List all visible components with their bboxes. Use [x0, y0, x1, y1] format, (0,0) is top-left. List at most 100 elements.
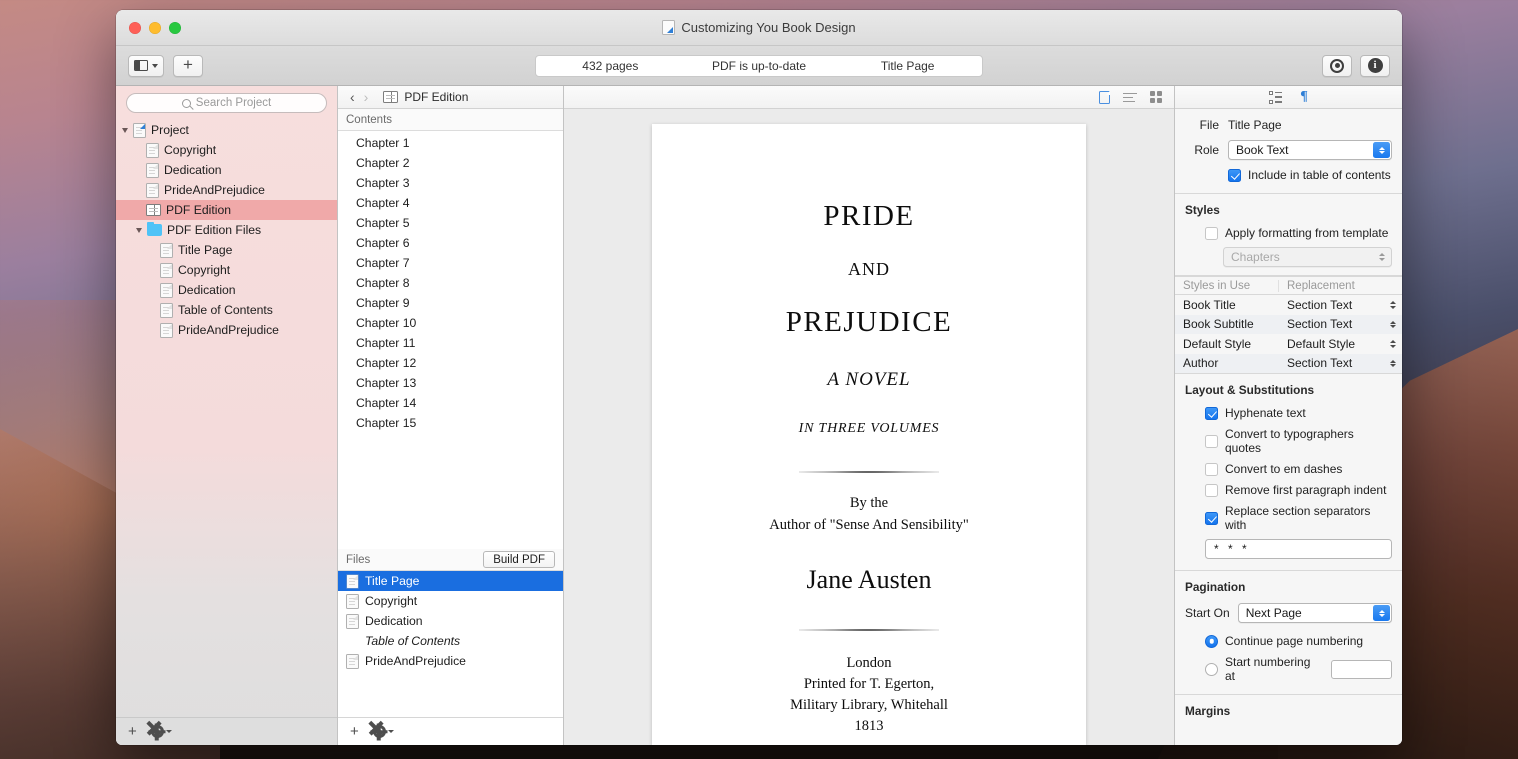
build-pdf-button[interactable]: Build PDF	[483, 551, 555, 568]
paragraph-inspector-icon[interactable]: ¶	[1300, 90, 1308, 104]
file-list-item[interactable]: Dedication	[338, 611, 563, 631]
styles-table-header: Styles in Use Replacement	[1175, 277, 1402, 295]
replacement-stepper-icon[interactable]	[1384, 359, 1402, 367]
layout-option-checkbox[interactable]	[1205, 406, 1218, 420]
chapter-item[interactable]: Chapter 5	[338, 213, 563, 233]
template-select[interactable]: Chapters	[1223, 247, 1392, 267]
disclosure-triangle-icon[interactable]	[136, 227, 142, 233]
plus-icon: +	[183, 55, 193, 74]
file-list-item[interactable]: Copyright	[338, 591, 563, 611]
file-list-item[interactable]: Table of Contents	[338, 631, 563, 651]
search-input[interactable]: Search Project	[126, 93, 327, 113]
list-view-icon[interactable]	[1123, 92, 1137, 103]
layout-option-row[interactable]: Convert to typographers quotes	[1185, 427, 1392, 455]
replacement-stepper-icon[interactable]	[1384, 301, 1402, 309]
start-on-value: Next Page	[1245, 606, 1302, 620]
styles-table-row: Book Title Section Text	[1175, 295, 1402, 315]
start-numbering-radio[interactable]	[1205, 662, 1218, 676]
layout-option-checkbox[interactable]	[1205, 434, 1218, 448]
maximize-button[interactable]	[169, 21, 181, 34]
chapter-item[interactable]: Chapter 9	[338, 293, 563, 313]
start-numbering-input[interactable]	[1331, 659, 1392, 679]
sidebar-settings-button[interactable]	[150, 725, 172, 738]
replacement-stepper-icon[interactable]	[1384, 340, 1402, 348]
sidebar-item-pdf-edition[interactable]: PDF Edition	[116, 200, 337, 220]
layout-option-checkbox[interactable]	[1205, 511, 1218, 525]
chapter-label: Chapter 10	[356, 316, 417, 330]
chapter-item[interactable]: Chapter 10	[338, 313, 563, 333]
sidebar-item-copyright[interactable]: Copyright	[116, 260, 337, 280]
back-button[interactable]: ‹	[350, 90, 355, 104]
chapter-item[interactable]: Chapter 8	[338, 273, 563, 293]
chapter-item[interactable]: Chapter 11	[338, 333, 563, 353]
role-select[interactable]: Book Text	[1228, 140, 1392, 160]
sidebar-item-dedication[interactable]: Dedication	[116, 160, 337, 180]
folder-icon	[147, 221, 162, 236]
project-tree: Project Copyright Dedication PrideAndPrejud…	[116, 118, 337, 717]
separator-input[interactable]: * * *	[1205, 539, 1392, 559]
minimize-button[interactable]	[149, 21, 161, 34]
layout-option-checkbox[interactable]	[1205, 462, 1218, 476]
document-canvas[interactable]: PRIDE AND PREJUDICE A NOVEL IN THREE VOL…	[564, 109, 1174, 745]
chapter-item[interactable]: Chapter 4	[338, 193, 563, 213]
disclosure-triangle-icon[interactable]	[122, 127, 128, 133]
target-button[interactable]	[1322, 54, 1352, 77]
close-button[interactable]	[129, 21, 141, 34]
sidebar-item-copyright[interactable]: Copyright	[116, 140, 337, 160]
sidebar-item-prideandprejudice[interactable]: PrideAndPrejudice	[116, 320, 337, 340]
layout-inspector-icon[interactable]	[1269, 90, 1283, 104]
sidebar-item-dedication[interactable]: Dedication	[116, 280, 337, 300]
layout-option-row[interactable]: Remove first paragraph indent	[1185, 483, 1392, 497]
apply-template-row[interactable]: Apply formatting from template	[1185, 226, 1392, 240]
file-list-item-label: Table of Contents	[365, 634, 461, 648]
start-numbering-row[interactable]: Start numbering at	[1185, 655, 1392, 683]
sidebar-item-title-page[interactable]: Title Page	[116, 240, 337, 260]
styles-table-body: Book Title Section Text Book Subtitle Secti…	[1175, 295, 1402, 373]
chapter-item[interactable]: Chapter 1	[338, 133, 563, 153]
continue-numbering-label: Continue page numbering	[1225, 634, 1364, 648]
separator-ornament-icon	[799, 471, 939, 473]
pagination-section: Pagination Start On Next Page Continue p…	[1175, 571, 1402, 695]
include-toc-checkbox[interactable]	[1228, 168, 1241, 182]
add-file-button[interactable]: +	[350, 724, 359, 739]
sidebar-item-pdf-edition-files[interactable]: PDF Edition Files	[116, 220, 337, 240]
sidebar-item-prideandprejudice[interactable]: PrideAndPrejudice	[116, 180, 337, 200]
book-icon	[383, 91, 399, 103]
sidebar-item-table-of-contents[interactable]: Table of Contents	[116, 300, 337, 320]
chapter-item[interactable]: Chapter 15	[338, 413, 563, 433]
start-on-select[interactable]: Next Page	[1237, 603, 1392, 623]
add-button[interactable]: +	[173, 54, 203, 77]
apply-template-checkbox[interactable]	[1205, 226, 1218, 240]
layout-option-row[interactable]: Convert to em dashes	[1185, 462, 1392, 476]
inspector-panel: ¶ File Title Page Role Book Text Include…	[1174, 86, 1402, 745]
byline-line1: By the	[849, 495, 889, 511]
continue-numbering-row[interactable]: Continue page numbering	[1185, 634, 1392, 648]
chapter-item[interactable]: Chapter 3	[338, 173, 563, 193]
file-list-item[interactable]: Title Page	[338, 571, 563, 591]
layout-option-row[interactable]: Hyphenate text	[1185, 406, 1392, 420]
file-settings-button[interactable]	[372, 725, 394, 738]
file-info-section: File Title Page Role Book Text Include i…	[1175, 109, 1402, 194]
replacement-stepper-icon[interactable]	[1384, 320, 1402, 328]
info-button[interactable]: i	[1360, 54, 1390, 77]
chapter-item[interactable]: Chapter 14	[338, 393, 563, 413]
window-title-text: Customizing You Book Design	[681, 20, 856, 35]
grid-view-icon[interactable]	[1150, 91, 1162, 103]
chapter-item[interactable]: Chapter 12	[338, 353, 563, 373]
chapter-item[interactable]: Chapter 6	[338, 233, 563, 253]
continue-numbering-radio[interactable]	[1205, 634, 1218, 648]
sidebar-item-project[interactable]: Project	[116, 120, 337, 140]
chapter-item[interactable]: Chapter 13	[338, 373, 563, 393]
page-view-icon[interactable]	[1099, 90, 1110, 104]
layout-option-checkbox[interactable]	[1205, 483, 1218, 497]
file-list-item[interactable]: PrideAndPrejudice	[338, 651, 563, 671]
layout-option-row[interactable]: Replace section separators with	[1185, 504, 1392, 532]
toolbar-right-group: i	[1322, 54, 1390, 77]
forward-button[interactable]: ›	[364, 90, 369, 104]
file-icon	[146, 162, 159, 178]
sidebar-toggle-button[interactable]	[128, 54, 164, 77]
include-toc-row[interactable]: Include in table of contents	[1185, 168, 1392, 182]
add-item-button[interactable]: +	[128, 724, 137, 739]
chapter-item[interactable]: Chapter 7	[338, 253, 563, 273]
chapter-item[interactable]: Chapter 2	[338, 153, 563, 173]
